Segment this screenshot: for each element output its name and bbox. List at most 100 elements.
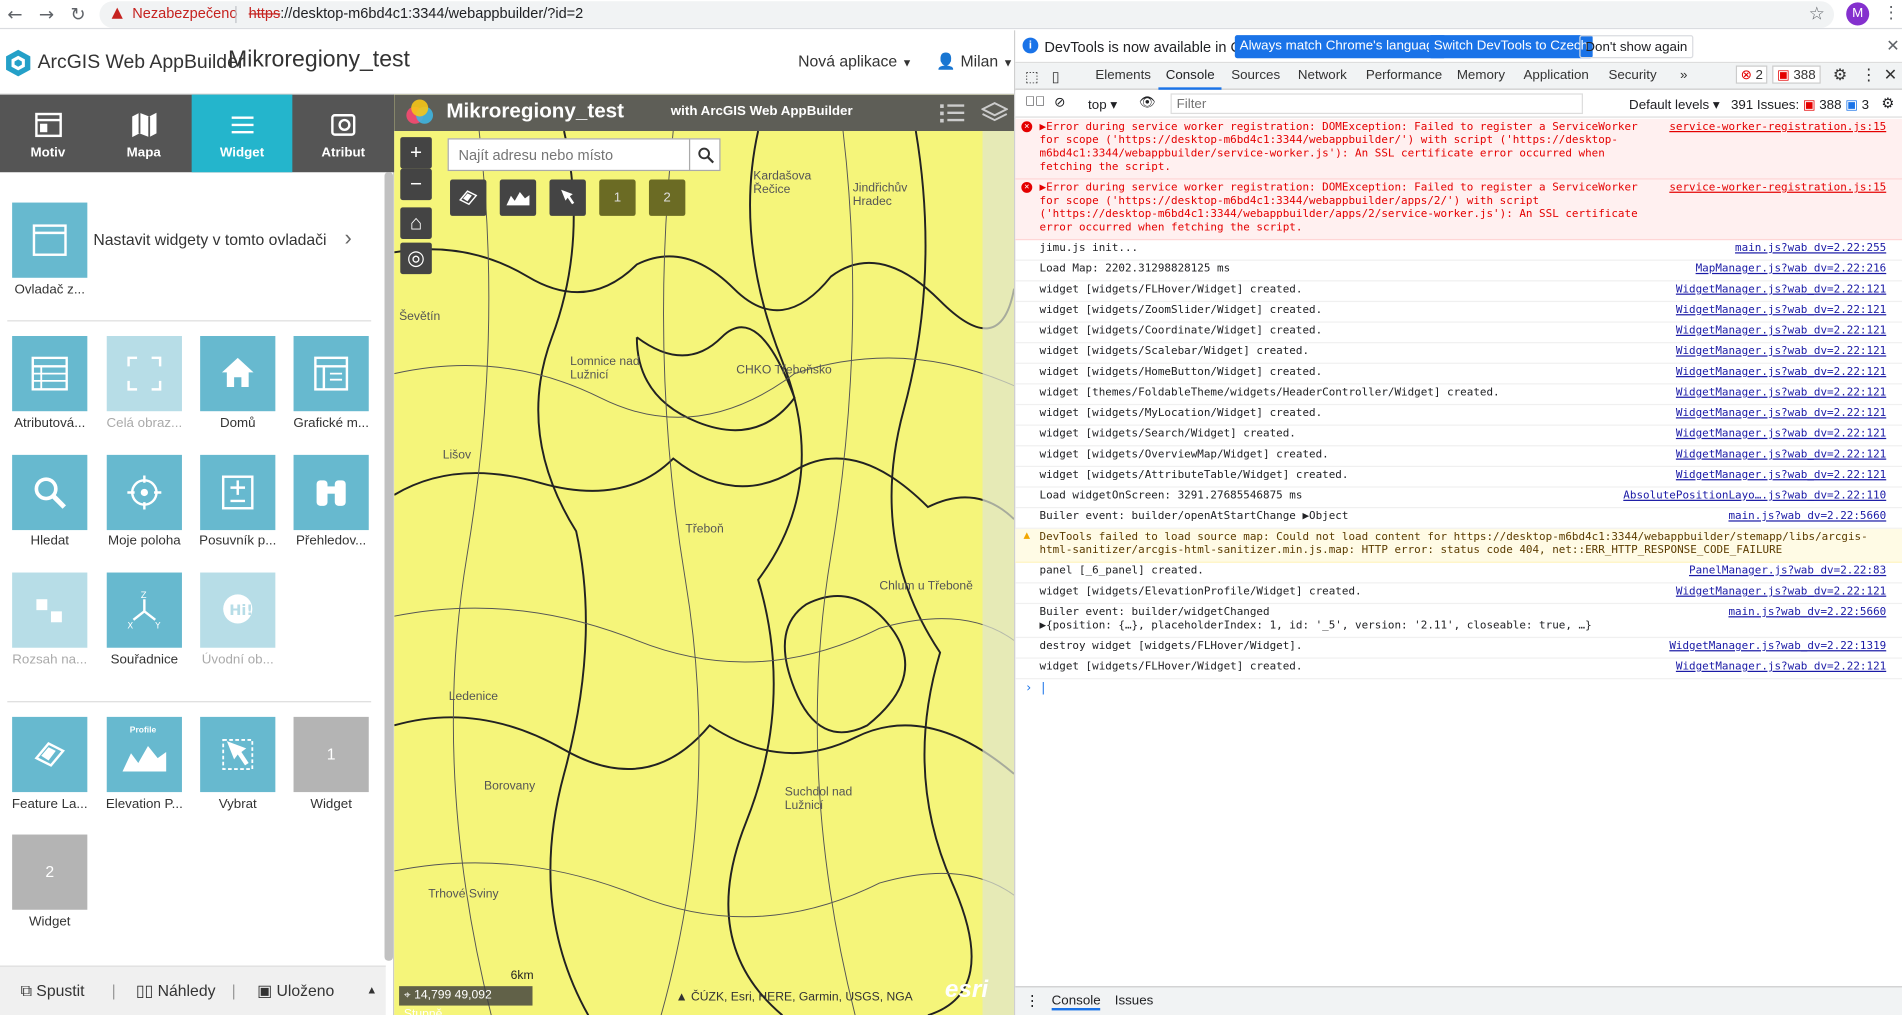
console-source-link[interactable]: MapManager.js?wab_dv=2.22:216 [1696, 263, 1887, 276]
chevron-up-icon[interactable]: ▲ [366, 984, 377, 996]
tab-console[interactable]: Console [1158, 68, 1223, 90]
clear-console-icon[interactable]: ⊘ [1054, 95, 1065, 111]
console-message[interactable]: widget [widgets/Search/Widget] created. W… [1015, 426, 1902, 447]
widget-placeholder-1-button[interactable]: 1 [599, 179, 636, 216]
tab-widget[interactable]: Widget [191, 94, 293, 173]
console-message[interactable]: widget [widgets/FLHover/Widget] created.… [1015, 659, 1902, 680]
widget-tile-extent-navigate[interactable] [12, 572, 88, 648]
console-source-link[interactable]: WidgetManager.js?wab_dv=2.22:121 [1676, 661, 1886, 674]
console-message[interactable]: widget [widgets/Scalebar/Widget] created… [1015, 343, 1902, 364]
bookmark-star-icon[interactable]: ☆ [1809, 2, 1825, 24]
error-count-badge[interactable]: ⊗ 2 [1735, 65, 1768, 84]
address-bar[interactable]: ▲ Nezabezpečeno https://desktop-m6bd4c1:… [99, 1, 1835, 28]
console-message[interactable]: ✕ ▶Error during service worker registrati… [1015, 179, 1902, 241]
feature-layer-widget-button[interactable] [450, 179, 487, 216]
console-message[interactable]: widget [widgets/FLHover/Widget] created.… [1015, 281, 1902, 303]
widget-tile-feature-layer[interactable] [12, 716, 88, 793]
console-source-link[interactable]: AbsolutePositionLayo….js?wab_dv=2.22:110 [1623, 490, 1886, 503]
switch-language-button[interactable]: Switch DevTools to Czech [1428, 35, 1593, 59]
widget-tile-coordinate[interactable]: Z X Y [106, 572, 182, 648]
drawer-menu-icon[interactable]: ⋮ [1025, 992, 1040, 1009]
console-message[interactable]: jimu.js init... main.js?wab_dv=2.22:255 [1015, 240, 1902, 261]
search-button[interactable] [688, 138, 721, 172]
console-source-link[interactable]: WidgetManager.js?wab_dv=2.22:121 [1676, 469, 1886, 482]
issue-count-badge[interactable]: ▣ 388 [1772, 65, 1821, 84]
console-message[interactable]: Builer event: builder/widgetChanged ▶{po… [1015, 604, 1902, 639]
console-source-link[interactable]: WidgetManager.js?wab_dv=2.22:1319 [1669, 640, 1886, 653]
widget-tile-search[interactable] [12, 454, 88, 531]
log-levels-select[interactable]: Default levels ▾ [1629, 97, 1720, 113]
dont-show-button[interactable]: Don't show again [1579, 35, 1694, 59]
browser-menu-icon[interactable]: ⋮ [1883, 2, 1900, 23]
app-title[interactable]: Mikroregiony_test [228, 47, 410, 74]
console-source-link[interactable]: main.js?wab_dv=2.22:5660 [1728, 511, 1886, 524]
console-message[interactable]: widget [widgets/ElevationProfile/Widget]… [1015, 583, 1902, 605]
panel-scrollbar[interactable] [384, 172, 394, 961]
widget-tile-splash[interactable]: Hi! [200, 572, 276, 648]
widget-placeholder-2-button[interactable]: 2 [648, 179, 686, 216]
issues-counter[interactable]: 391 Issues: ▣ 388 ▣ 3 [1731, 97, 1869, 113]
console-source-link[interactable]: WidgetManager.js?wab_dv=2.22:121 [1676, 304, 1886, 317]
widget-tile-elevation-profile[interactable]: Profile [106, 716, 182, 793]
profile-avatar[interactable]: M [1846, 2, 1870, 26]
controller-tile[interactable] [12, 202, 88, 278]
previews-button[interactable]: ▯▯ Náhledy [136, 981, 216, 1000]
console-source-link[interactable]: main.js?wab_dv=2.22:255 [1735, 243, 1886, 256]
console-source-link[interactable]: WidgetManager.js?wab_dv=2.22:121 [1676, 387, 1886, 400]
console-message[interactable]: widget [widgets/OverviewMap/Widget] crea… [1015, 446, 1902, 468]
console-source-link[interactable]: WidgetManager.js?wab_dv=2.22:121 [1676, 284, 1886, 297]
tab-theme[interactable]: Motiv [0, 95, 96, 173]
tab-attribute[interactable]: Atribut [292, 95, 394, 173]
widget-tile-attribute-table[interactable] [12, 336, 88, 412]
console-message[interactable]: ✕ ▶Error during service worker registrati… [1015, 118, 1902, 180]
widget-tile-select[interactable] [200, 716, 276, 793]
sidebar-toggle-icon[interactable]: ▶⃞ [1025, 95, 1045, 110]
widget-tile-my-location[interactable] [106, 454, 182, 531]
my-location-button[interactable]: ◎ [400, 242, 432, 275]
match-language-button[interactable]: Always match Chrome's language [1234, 35, 1446, 59]
console-message[interactable]: Load widgetOnScreen: 3291.27685546875 ms… [1015, 488, 1902, 509]
drawer-tab-issues[interactable]: Issues [1115, 993, 1154, 1008]
context-select[interactable]: top ▾ [1088, 97, 1117, 113]
tab-security[interactable]: Security [1608, 68, 1656, 83]
tab-application[interactable]: Application [1524, 68, 1589, 83]
console-source-link[interactable]: WidgetManager.js?wab_dv=2.22:121 [1676, 586, 1886, 599]
chevron-right-icon[interactable]: › [344, 226, 351, 251]
console-message[interactable]: Builer event: builder/openAtStartChange … [1015, 508, 1902, 529]
widget-tile-full-screen[interactable] [106, 336, 182, 412]
crosshair-icon[interactable]: ⌖ [404, 989, 411, 1002]
insecure-label[interactable]: Nezabezpečeno [132, 5, 237, 22]
devtools-menu-icon[interactable]: ⋮ [1861, 66, 1877, 85]
zoom-in-button[interactable]: + [400, 137, 432, 169]
settings-gear-icon[interactable]: ⚙ [1833, 66, 1847, 85]
console-message[interactable]: Load Map: 2202.31298828125 ms MapManager.… [1015, 261, 1902, 282]
warning-icon[interactable]: ▲ [112, 4, 123, 21]
console-source-link[interactable]: WidgetManager.js?wab_dv=2.22:121 [1676, 449, 1886, 462]
console-source-link[interactable]: WidgetManager.js?wab_dv=2.22:121 [1676, 366, 1886, 379]
controller-settings-label[interactable]: Nastavit widgety v tomto ovladači [93, 230, 326, 248]
widget-placeholder-1[interactable]: 1 [293, 716, 369, 793]
widget-tile-home[interactable] [200, 336, 276, 412]
console-prompt[interactable]: › | [1015, 679, 1902, 698]
inspect-icon[interactable]: ⬚ [1025, 68, 1039, 85]
list-icon[interactable] [940, 103, 965, 123]
console-message[interactable]: destroy widget [widgets/FLHover/Widget].… [1015, 638, 1902, 659]
console-source-link[interactable]: WidgetManager.js?wab_dv=2.22:121 [1676, 346, 1886, 359]
console-message[interactable]: widget [widgets/Coordinate/Widget] creat… [1015, 323, 1902, 344]
close-devtools-icon[interactable]: ✕ [1884, 66, 1897, 85]
forward-icon[interactable]: → [39, 2, 54, 26]
console-message[interactable]: widget [widgets/ZoomSlider/Widget] creat… [1015, 302, 1902, 323]
tab-sources[interactable]: Sources [1231, 68, 1280, 83]
eye-icon[interactable]: 👁 [1139, 95, 1156, 111]
zoom-out-button[interactable]: − [400, 168, 432, 201]
console-message[interactable]: widget [themes/FoldableTheme/widgets/Hea… [1015, 385, 1902, 406]
console-message[interactable]: widget [widgets/HomeButton/Widget] creat… [1015, 364, 1902, 385]
tab-memory[interactable]: Memory [1457, 68, 1505, 83]
tab-network[interactable]: Network [1298, 68, 1347, 83]
reload-icon[interactable]: ↻ [70, 2, 85, 26]
more-tabs-icon[interactable]: » [1680, 68, 1687, 83]
widget-tile-overview-map[interactable] [293, 454, 369, 531]
back-icon[interactable]: ← [7, 2, 22, 26]
user-menu[interactable]: 👤 Milan ▼ [936, 52, 1013, 71]
console-source-link[interactable]: WidgetManager.js?wab_dv=2.22:121 [1676, 408, 1886, 421]
